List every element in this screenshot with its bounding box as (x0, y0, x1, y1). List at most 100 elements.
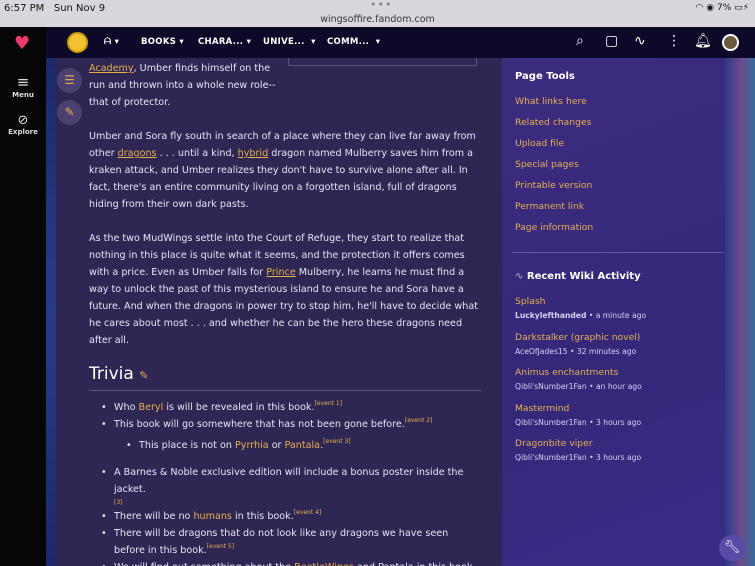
trivia-item: There will be no humans in this book.[ev… (89, 508, 481, 525)
activity-page-link[interactable]: Mastermind (515, 403, 569, 414)
article-link[interactable]: hybrid (238, 148, 269, 159)
edit-section-icon[interactable]: ✎ (139, 369, 148, 382)
text: in this book. (231, 511, 294, 522)
recent-activity-title: ∿ Recent Wiki Activity (515, 271, 641, 282)
reference-link[interactable]: [event 5] (207, 543, 235, 550)
explore-button[interactable]: ⊘ Explore (0, 113, 46, 136)
lock-rotation-icon: ◉ (706, 3, 715, 13)
activity-icon: ∿ (515, 271, 524, 282)
activity-page-link[interactable]: Animus enchantments (515, 367, 618, 378)
article-link[interactable]: dragons (118, 148, 157, 159)
page-tool-link[interactable]: Special pages (515, 159, 579, 170)
activity-time: an hour ago (595, 382, 642, 391)
search-icon[interactable]: ⌕ (576, 33, 584, 49)
nav-universe[interactable]: UNIVE... ▾ (263, 37, 316, 47)
text: . . . until a kind, (156, 148, 238, 159)
activity-user[interactable]: AceOfJades15 (515, 347, 568, 356)
hamburger-icon: ≡ (16, 73, 30, 91)
activity-meta: Qibli'sNumber1Fan • 3 hours ago (515, 453, 642, 462)
article-link[interactable]: BeetleWings (294, 562, 354, 566)
article-link[interactable]: Pantala (285, 440, 321, 451)
page-tool-link[interactable]: Related changes (515, 117, 591, 128)
text: is will be revealed in this book. (163, 402, 315, 413)
reference-link[interactable]: [3] (114, 498, 481, 508)
left-rail: ♥ ≡ Menu ⊘ Explore (0, 27, 46, 566)
activity-page-link[interactable]: Splash (515, 296, 545, 307)
trivia-item: This book will go somewhere that has not… (89, 416, 481, 433)
table-of-contents-icon[interactable]: ☰ (57, 68, 82, 93)
summary-paragraph-2: Umber and Sora fly south in search of a … (89, 128, 481, 213)
wrench-tools-icon[interactable]: 🔧︎ (719, 535, 745, 561)
text: or (268, 440, 285, 451)
battery-percent: 7% (717, 3, 732, 13)
clock: 6:57 PM Sun Nov 9 (4, 3, 105, 14)
date: Sun Nov 9 (53, 3, 106, 14)
status-icons: ◠ ◉ 7% ▭⚡ (696, 3, 749, 13)
text: Mulberry, he learns he must find a way t… (89, 267, 478, 346)
text: and Pantala in this book. (354, 562, 475, 566)
text: We will find out something about the (114, 562, 294, 566)
activity-meta: Luckylefthanded • a minute ago (515, 311, 647, 320)
trivia-heading: Trivia ✎ (89, 366, 481, 391)
article-link[interactable]: Academy (89, 63, 134, 74)
reference-link[interactable]: [event 1] (315, 400, 343, 407)
text: that of protector. (89, 97, 171, 108)
edit-pencil-icon[interactable]: ✎ (57, 100, 82, 125)
divider (512, 252, 724, 253)
more-dots-icon[interactable]: ••• (370, 0, 392, 11)
trivia-item: Who Beryl is will be revealed in this bo… (89, 399, 481, 416)
page-tool-link[interactable]: What links here (515, 96, 587, 107)
status-bar: 6:57 PM Sun Nov 9 ••• wingsoffire.fandom… (0, 0, 755, 27)
text: This place is not on (139, 440, 235, 451)
page-tools-title: Page Tools (515, 71, 575, 82)
reference-link[interactable]: [event 4] (294, 509, 322, 516)
activity-user[interactable]: Luckylefthanded (515, 311, 586, 320)
activity-icon[interactable]: ∿ (634, 33, 646, 49)
summary-paragraph-3: As the two MudWings settle into the Cour… (89, 230, 481, 349)
fandom-logo-icon[interactable]: ♥ (14, 33, 30, 54)
page-tool-link[interactable]: Printable version (515, 180, 592, 191)
activity-meta: Qibli'sNumber1Fan • an hour ago (515, 382, 642, 391)
text: This book will go somewhere that has not… (114, 419, 405, 430)
trivia-list: Who Beryl is will be revealed in this bo… (89, 399, 481, 566)
nav-books[interactable]: BOOKS ▾ (141, 37, 184, 47)
more-icon[interactable]: ⋮ (667, 33, 681, 49)
user-avatar[interactable] (722, 34, 739, 51)
wiki-logo[interactable] (67, 32, 88, 53)
wiki-menu-icon[interactable]: ᗩ ▾ (104, 37, 119, 47)
nav-community[interactable]: COMM... ▾ (327, 37, 380, 47)
url-bar[interactable]: wingsoffire.fandom.com (0, 14, 755, 25)
article-link[interactable]: Beryl (139, 402, 164, 413)
trivia-item: We will find out something about the Bee… (89, 559, 481, 566)
time: 6:57 PM (4, 3, 45, 14)
menu-button[interactable]: ≡ Menu (0, 73, 46, 99)
notifications-bell-icon[interactable]: 🔔︎ (694, 33, 712, 49)
trivia-item: There will be dragons that do not look l… (89, 525, 481, 559)
discussions-icon[interactable]: ▢ (605, 33, 618, 49)
activity-user[interactable]: Qibli'sNumber1Fan (515, 418, 587, 427)
article-link[interactable]: Pyrrhia (235, 440, 269, 451)
trivia-item: A Barnes & Noble exclusive edition will … (89, 464, 481, 508)
reference-link[interactable]: [event 2] (405, 417, 433, 424)
activity-user[interactable]: Qibli'sNumber1Fan (515, 453, 587, 462)
page-tool-link[interactable]: Page information (515, 222, 593, 233)
nav-characters[interactable]: CHARA... ▾ (198, 37, 251, 47)
text: Who (114, 402, 139, 413)
activity-time: a minute ago (595, 311, 647, 320)
compass-icon: ⊘ (17, 113, 29, 128)
article-link[interactable]: humans (193, 511, 231, 522)
page-tool-link[interactable]: Permanent link (515, 201, 584, 212)
background-art (725, 58, 755, 566)
activity-meta: Qibli'sNumber1Fan • 3 hours ago (515, 417, 642, 427)
decorative-stripe (46, 58, 56, 566)
right-sidebar: Page Tools What links here Related change… (502, 58, 725, 566)
article-link[interactable]: Prince (266, 267, 295, 278)
activity-page-link[interactable]: Dragonbite viper (515, 438, 593, 449)
activity-page-link[interactable]: Darkstalker (graphic novel) (515, 332, 640, 343)
battery-icon: ▭⚡ (734, 3, 749, 13)
text: There will be no (114, 511, 194, 522)
page-tool-link[interactable]: Upload file (515, 138, 564, 149)
activity-user[interactable]: Qibli'sNumber1Fan (515, 382, 587, 391)
activity-time: 32 minutes ago (576, 346, 637, 356)
reference-link[interactable]: [event 3] (323, 438, 351, 445)
